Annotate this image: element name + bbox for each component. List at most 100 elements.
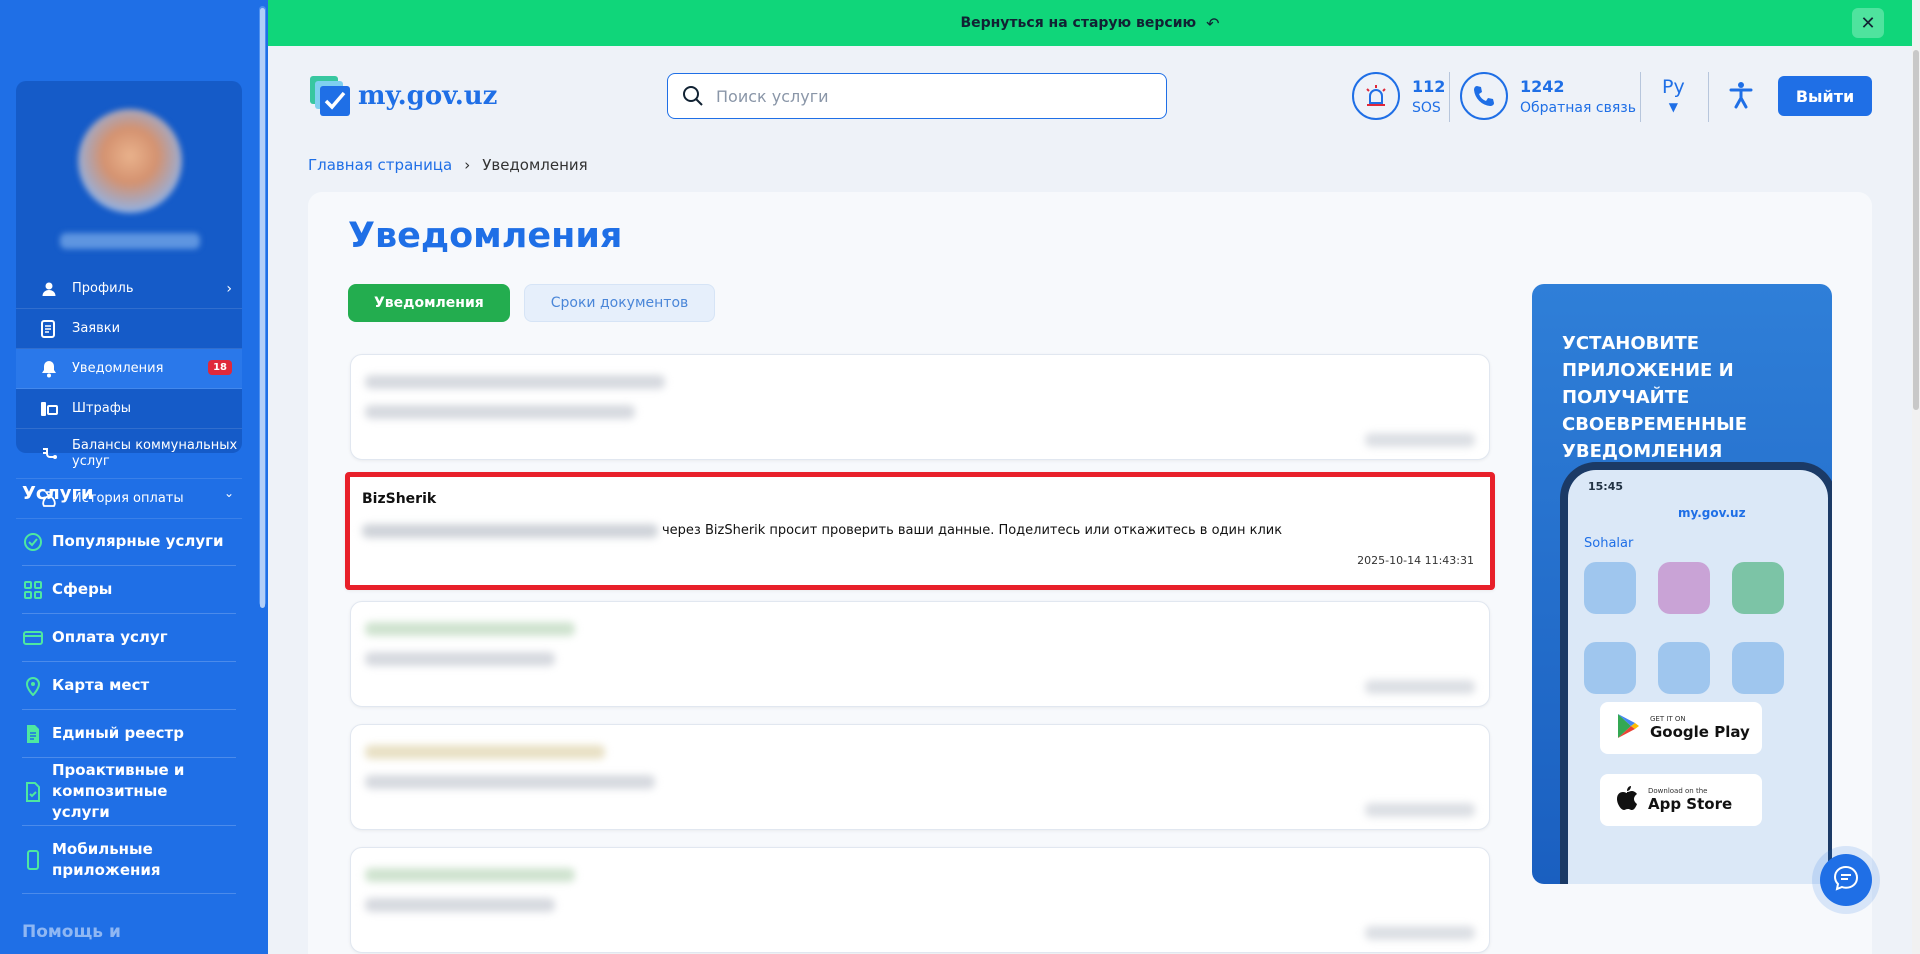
service-payment[interactable]: Оплата услуг: [22, 614, 236, 662]
notification-card-redacted[interactable]: [350, 354, 1490, 460]
credit-card-icon: [22, 627, 44, 649]
logout-button[interactable]: Выйти: [1778, 76, 1872, 116]
notification-card[interactable]: BizSherik через BizSherik просит провери…: [345, 472, 1495, 590]
app-store-button[interactable]: Download on the App Store: [1600, 774, 1762, 826]
user-icon: [40, 280, 58, 298]
sidebar-scrollbar[interactable]: [259, 6, 266, 608]
breadcrumb-separator-icon: ›: [464, 156, 471, 174]
service-label: Популярные услуги: [52, 532, 224, 550]
service-label: Карта мест: [52, 676, 150, 694]
sidebar-item-label: Заявки: [72, 320, 121, 336]
notification-list: BizSherik через BizSherik просит провери…: [345, 354, 1495, 954]
tab-notifications[interactable]: Уведомления: [348, 284, 510, 322]
chevron-down-icon[interactable]: ⌄: [224, 486, 234, 500]
redacted-text: [362, 523, 658, 538]
sidebar-item-utility-balances[interactable]: Балансы коммунальных услуг: [16, 429, 242, 479]
divider: [1449, 72, 1450, 122]
breadcrumb-current: Уведомления: [482, 156, 588, 174]
promo-text: Установите приложение и получайте своевр…: [1562, 333, 1748, 462]
app-promo-banner: Установите приложение и получайте своевр…: [1532, 284, 1832, 884]
main-panel: Уведомления Уведомления Сроки документов…: [308, 192, 1872, 954]
app-store-small: Download on the: [1648, 787, 1708, 795]
callback-number: 1242: [1520, 76, 1565, 96]
help-section-title[interactable]: Помощь и: [22, 922, 121, 942]
service-label: Мобильные приложения: [52, 839, 161, 879]
verified-badge-icon: [22, 531, 44, 553]
notification-card-redacted[interactable]: [350, 847, 1490, 953]
username-redacted: [60, 233, 200, 249]
return-arrow-icon: ↶: [1206, 13, 1220, 33]
search-box[interactable]: [667, 73, 1167, 119]
search-icon: [682, 85, 704, 107]
service-spheres[interactable]: Сферы: [22, 566, 236, 614]
sos-label: SOS: [1412, 99, 1441, 116]
google-play-big: Google Play: [1650, 723, 1750, 741]
app-store-big: App Store: [1648, 795, 1733, 813]
callback-contact[interactable]: 1242 Обратная связь: [1460, 72, 1636, 120]
document-icon: [22, 723, 44, 745]
search-input[interactable]: [716, 86, 1166, 106]
phone-icon: [1460, 72, 1508, 120]
service-label: Проактивные и композитные услуги: [52, 761, 185, 821]
avatar[interactable]: [78, 109, 182, 213]
chat-button[interactable]: [1812, 846, 1880, 914]
notification-count-badge: 18: [208, 360, 232, 375]
phone-time: 15:45: [1588, 480, 1624, 493]
apple-icon: [1616, 785, 1638, 815]
old-version-link[interactable]: Вернуться на старую версию: [960, 15, 1196, 31]
sidebar-item-fines[interactable]: Штрафы: [16, 389, 242, 429]
document-check-icon: [22, 781, 44, 803]
page-scrollbar[interactable]: [1912, 0, 1920, 954]
service-proactive[interactable]: Проактивные и композитные услуги: [22, 758, 236, 826]
traffic-fine-icon: [40, 400, 58, 418]
notification-card-redacted[interactable]: [350, 601, 1490, 707]
services-title[interactable]: Услуги: [22, 483, 93, 504]
google-play-button[interactable]: GET IT ON Google Play: [1600, 702, 1762, 754]
page-title: Уведомления: [348, 216, 623, 256]
divider: [1640, 72, 1641, 122]
map-pin-icon: [22, 675, 44, 697]
sos-contact[interactable]: 112 SOS: [1352, 72, 1445, 120]
notification-body: через BizSherik просит проверить ваши да…: [362, 523, 1282, 538]
header: my.gov.uz 112 SOS 1242 Обратная связь Ру…: [268, 46, 1912, 142]
caret-down-icon: ▼: [1668, 100, 1678, 114]
service-label: Сферы: [52, 580, 113, 598]
notification-date: 2025-10-14 11:43:31: [1357, 554, 1474, 567]
sidebar-item-label: Балансы коммунальных услуг: [72, 437, 238, 469]
services-list: Популярные услуги Сферы Оплата услуг Кар…: [22, 518, 236, 894]
close-icon: ✕: [1860, 12, 1876, 34]
sidebar-item-notifications[interactable]: Уведомления 18: [16, 349, 242, 389]
service-map[interactable]: Карта мест: [22, 662, 236, 710]
logo-check-icon: [308, 74, 352, 118]
service-label: Оплата услуг: [52, 628, 168, 646]
siren-icon: [1352, 72, 1400, 120]
tab-document-deadlines[interactable]: Сроки документов: [523, 284, 716, 322]
google-play-icon: [1616, 713, 1640, 743]
callback-label: Обратная связь: [1520, 99, 1636, 116]
grid-icon: [22, 579, 44, 601]
service-mobile-apps[interactable]: Мобильные приложения: [22, 826, 236, 894]
logo-text: my.gov.uz: [358, 81, 498, 111]
sidebar: Профиль › Заявки Уведомления 18 Штрафы Б…: [0, 0, 268, 954]
close-banner-button[interactable]: ✕: [1852, 8, 1884, 38]
notification-text: через BizSherik просит проверить ваши да…: [662, 523, 1283, 538]
service-popular[interactable]: Популярные услуги: [22, 518, 236, 566]
smartphone-icon: [22, 849, 44, 871]
breadcrumb: Главная страница › Уведомления: [308, 156, 588, 174]
chevron-right-icon: ›: [226, 281, 232, 297]
phone-logo: my.gov.uz: [1678, 506, 1746, 520]
service-registry[interactable]: Единый реестр: [22, 710, 236, 758]
sidebar-item-applications[interactable]: Заявки: [16, 309, 242, 349]
breadcrumb-home-link[interactable]: Главная страница: [308, 156, 452, 174]
profile-menu: Профиль › Заявки Уведомления 18 Штрафы Б…: [16, 269, 242, 519]
plug-icon: [40, 445, 58, 463]
bell-icon: [40, 360, 58, 378]
sidebar-item-profile[interactable]: Профиль ›: [16, 269, 242, 309]
notification-card-redacted[interactable]: [350, 724, 1490, 830]
phone-section-title: Sohalar: [1584, 536, 1634, 551]
accessibility-icon[interactable]: [1728, 81, 1754, 113]
sidebar-item-label: История оплаты: [72, 490, 184, 506]
sidebar-item-label: Профиль: [72, 280, 134, 296]
language-selector[interactable]: Ру ▼: [1662, 76, 1685, 114]
logo[interactable]: my.gov.uz: [308, 74, 497, 118]
